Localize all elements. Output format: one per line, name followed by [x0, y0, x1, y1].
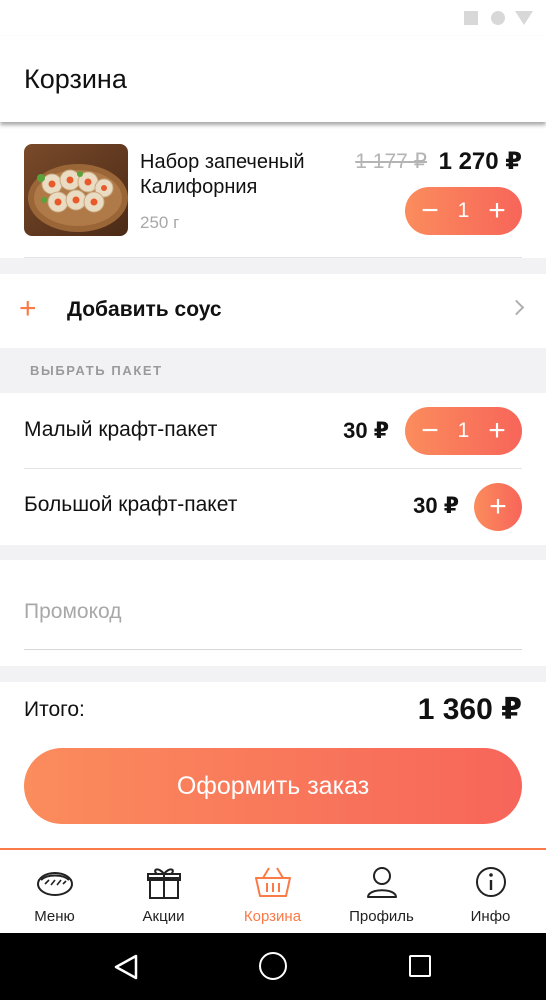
- tab-profile[interactable]: Профиль: [327, 850, 436, 933]
- info-icon: [475, 867, 506, 897]
- product-quantity: 1: [457, 199, 470, 222]
- product-weight: 250 г: [140, 213, 180, 232]
- cart-item: Набор запеченый Калифорния 250 г 1 177 ₽…: [0, 122, 546, 258]
- tab-cart-label: Корзина: [243, 908, 302, 925]
- decrease-button[interactable]: −: [419, 196, 441, 226]
- increase-button[interactable]: +: [486, 416, 508, 446]
- plus-icon: +: [19, 292, 37, 325]
- divider: [24, 468, 522, 469]
- add-sauce-label: Добавить соус: [67, 298, 222, 321]
- bag-small-quantity: 1: [457, 419, 470, 442]
- bag-price-small: 30 ₽: [343, 418, 389, 443]
- add-sauce-row[interactable]: + Добавить соус: [0, 274, 546, 348]
- tab-promotions-label: Акции: [142, 908, 185, 925]
- status-circle-icon: [491, 11, 505, 25]
- chevron-right-icon: [508, 299, 525, 316]
- checkout-button[interactable]: Оформить заказ: [24, 748, 522, 824]
- tab-menu[interactable]: Меню: [0, 850, 109, 933]
- recent-apps-icon[interactable]: [409, 955, 431, 977]
- bag-section-header: ВЫБРАТЬ ПАКЕТ: [30, 363, 163, 378]
- status-bar: [0, 0, 546, 36]
- tab-info[interactable]: Инфо: [436, 850, 545, 933]
- increase-button[interactable]: +: [486, 196, 508, 226]
- system-navigation-bar: [0, 933, 546, 1000]
- sushi-icon: [36, 872, 73, 896]
- divider: [24, 257, 522, 258]
- promo-code-input[interactable]: [24, 588, 522, 650]
- tab-info-label: Инфо: [470, 908, 511, 925]
- product-old-price: 1 177 ₽: [355, 150, 427, 173]
- gift-icon: [146, 868, 181, 899]
- product-name: Набор запеченый Калифорния: [140, 151, 305, 198]
- total-label: Итого:: [24, 698, 85, 721]
- add-large-bag-button[interactable]: +: [474, 483, 522, 531]
- back-icon[interactable]: [112, 953, 140, 981]
- product-price: 1 270 ₽: [438, 148, 522, 175]
- bag-small-quantity-stepper: − 1 +: [405, 407, 522, 455]
- page-title: Корзина: [24, 64, 127, 94]
- status-triangle-icon: [515, 11, 533, 25]
- order-summary: Итого: 1 360 ₽ Оформить заказ: [0, 682, 546, 848]
- app-bar: Корзина: [0, 36, 546, 122]
- product-quantity-stepper: − 1 +: [405, 187, 522, 235]
- home-icon[interactable]: [259, 952, 287, 980]
- decrease-button[interactable]: −: [419, 416, 441, 446]
- tab-promotions[interactable]: Акции: [109, 850, 218, 933]
- status-square-icon: [464, 11, 478, 25]
- bag-price-large: 30 ₽: [413, 493, 459, 518]
- tab-profile-label: Профиль: [349, 908, 414, 925]
- bottom-tab-bar: Меню Акции Корзина Профиль Инфо: [0, 848, 546, 933]
- profile-icon: [366, 867, 397, 898]
- bag-name-large: Большой крафт-пакет: [24, 493, 238, 516]
- tab-cart[interactable]: Корзина: [218, 850, 327, 933]
- bag-list: Малый крафт-пакет 30 ₽ − 1 + Большой кра…: [0, 393, 546, 545]
- promo-section: [0, 560, 546, 666]
- basket-icon: [254, 867, 291, 897]
- tab-menu-label: Меню: [34, 908, 75, 925]
- bag-name-small: Малый крафт-пакет: [24, 418, 218, 441]
- product-image[interactable]: [24, 144, 128, 236]
- total-value: 1 360 ₽: [417, 693, 522, 726]
